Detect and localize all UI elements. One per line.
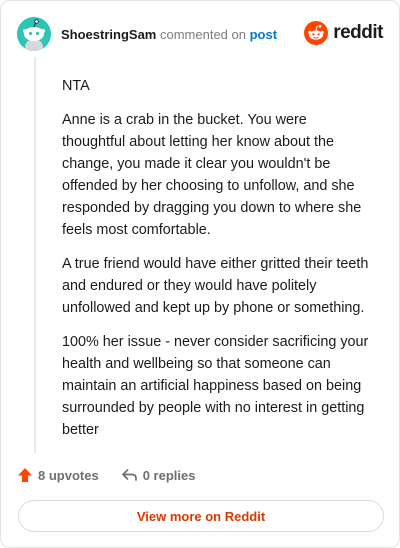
reddit-wordmark: reddit	[333, 22, 383, 43]
post-link[interactable]: post	[250, 27, 277, 42]
upvote-count: 8 upvotes	[38, 467, 99, 483]
upvote-arrow-icon	[18, 468, 32, 482]
comment-actions: 8 upvotes 0 replies	[17, 464, 195, 486]
view-more-button[interactable]: View more on Reddit	[18, 500, 384, 532]
reply-button[interactable]: 0 replies	[121, 467, 196, 483]
author-name[interactable]: ShoestringSam	[61, 27, 156, 42]
reply-arrow-icon	[121, 469, 137, 481]
header-byline: ShoestringSam commented on post	[61, 28, 277, 41]
upvote-button[interactable]: 8 upvotes	[17, 467, 99, 483]
comment-paragraph: Anne is a crab in the bucket. You were t…	[62, 112, 362, 238]
reddit-logo-icon	[304, 21, 329, 45]
snoo-avatar-icon[interactable]	[17, 17, 51, 51]
comment-paragraph: NTA	[62, 78, 90, 94]
comment-header: ShoestringSam commented on post reddit	[17, 17, 383, 51]
reddit-brand[interactable]: reddit	[304, 21, 383, 45]
comment-body: NTA Anne is a crab in the bucket. You we…	[62, 75, 372, 453]
comment-paragraph: 100% her issue - never consider sacrific…	[62, 334, 369, 438]
comment-paragraph: A true friend would have either gritted …	[62, 256, 369, 316]
reply-count: 0 replies	[142, 467, 196, 483]
byline-action-text: commented on	[159, 26, 246, 42]
comment-embed-card: ShoestringSam commented on post reddit N…	[0, 0, 400, 548]
thread-line[interactable]	[34, 57, 36, 453]
